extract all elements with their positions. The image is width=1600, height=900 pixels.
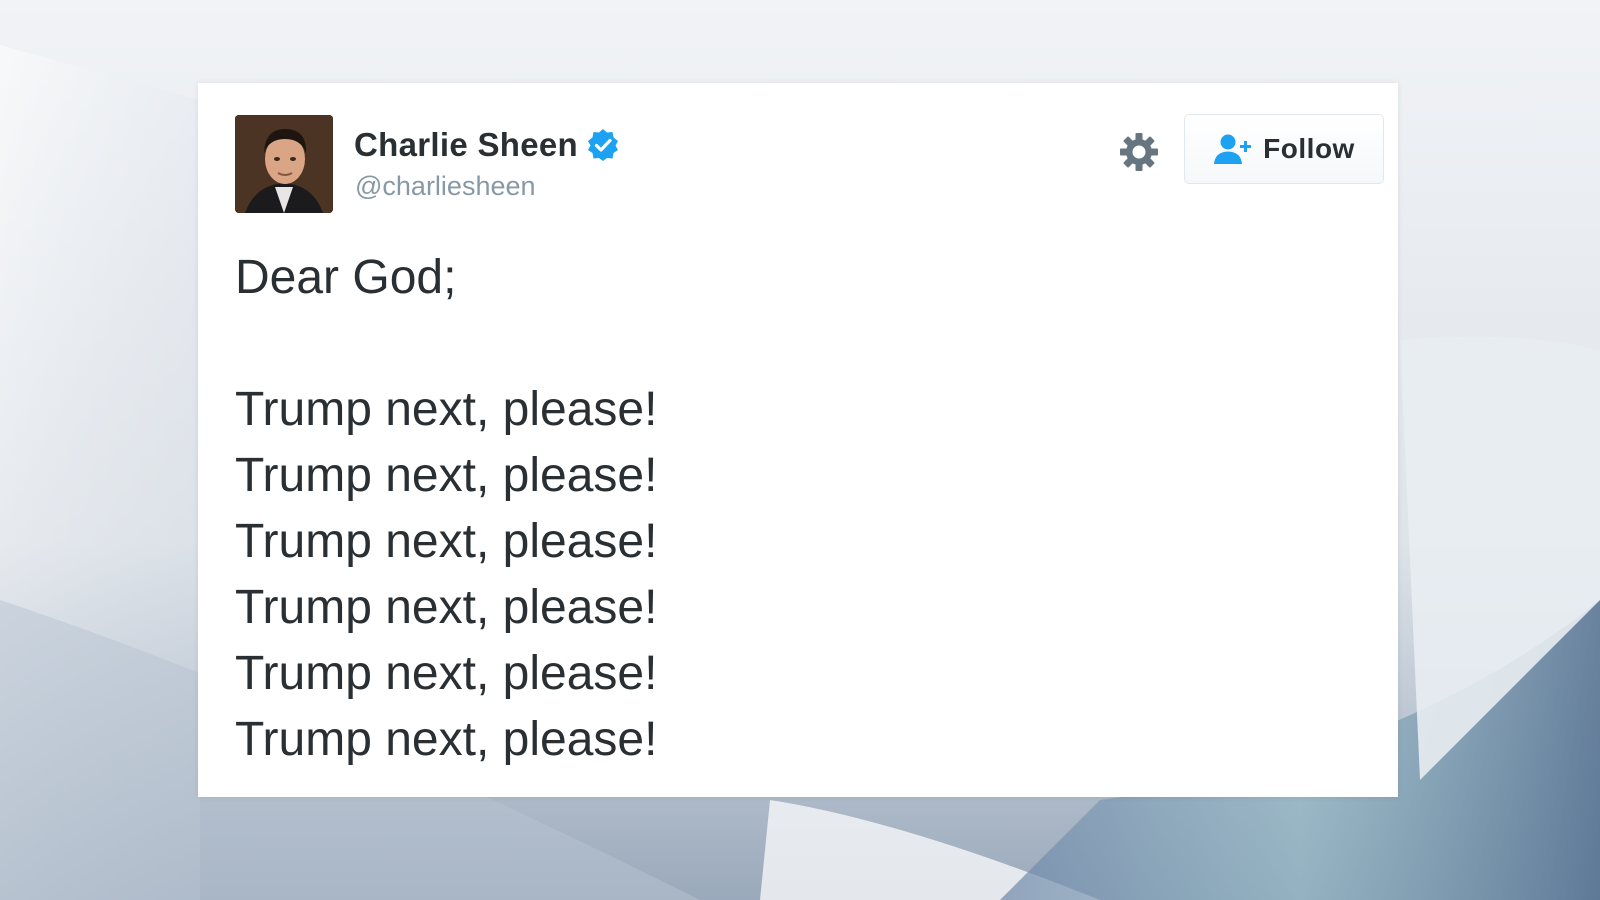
tweet-line: Dear God; bbox=[235, 251, 457, 304]
tweet-line: Trump next, please! bbox=[235, 713, 658, 766]
tweet-card: Charlie Sheen @charliesheen Follow Dear … bbox=[198, 83, 1398, 797]
gear-icon[interactable] bbox=[1118, 131, 1160, 173]
author-handle[interactable]: @charliesheen bbox=[355, 171, 536, 202]
avatar[interactable] bbox=[235, 115, 333, 213]
author-display-name[interactable]: Charlie Sheen bbox=[354, 126, 578, 164]
tweet-line: Trump next, please! bbox=[235, 515, 658, 568]
tweet-line: Trump next, please! bbox=[235, 581, 658, 634]
add-user-icon bbox=[1214, 134, 1252, 164]
tweet-line: Trump next, please! bbox=[235, 449, 658, 502]
tweet-text: Dear God; Trump next, please! Trump next… bbox=[235, 245, 1335, 773]
follow-button-label: Follow bbox=[1263, 133, 1355, 164]
author-name-row: Charlie Sheen bbox=[354, 126, 620, 164]
tweet-line: Trump next, please! bbox=[235, 647, 658, 700]
tweet-line: Trump next, please! bbox=[235, 383, 658, 436]
follow-button[interactable]: Follow bbox=[1184, 114, 1384, 184]
verified-badge-icon bbox=[587, 129, 618, 161]
avatar-image bbox=[235, 115, 333, 213]
